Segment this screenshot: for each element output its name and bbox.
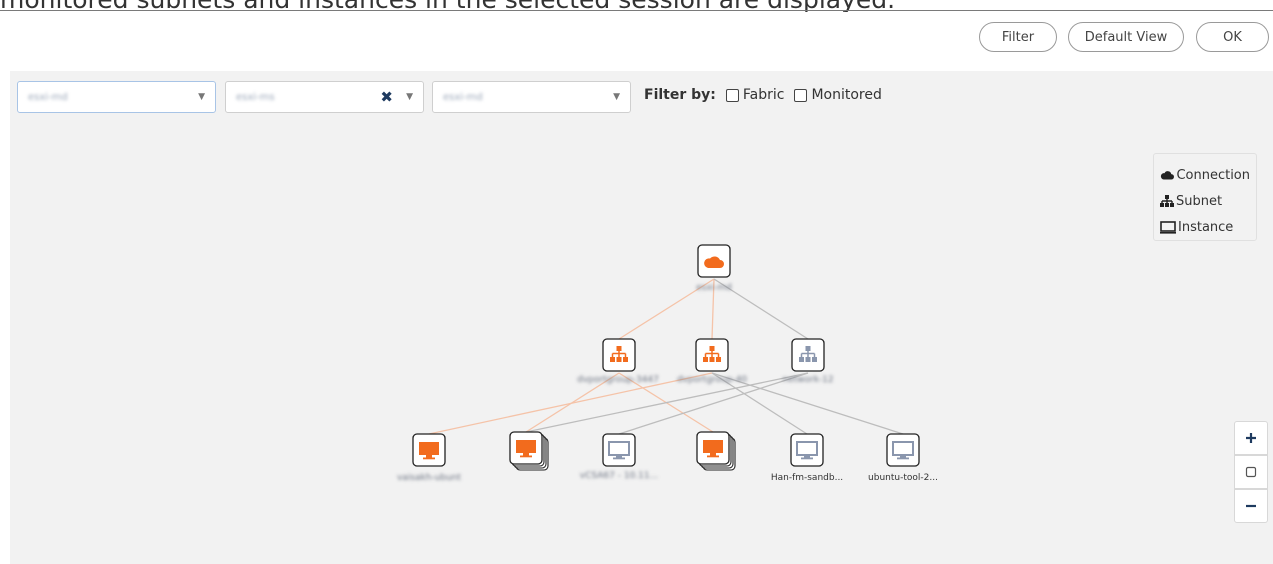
subnet-node[interactable] — [695, 338, 729, 372]
instance-node[interactable] — [602, 433, 636, 467]
instance-node[interactable] — [790, 433, 824, 467]
node-label: dvportgroup-3447 — [577, 375, 659, 385]
instance-node[interactable] — [886, 433, 920, 467]
topology-graph[interactable]: esxi-md dvportgroup-3447 dvportgroup-40 net… — [0, 0, 1273, 564]
subnet-node[interactable] — [791, 338, 825, 372]
node-label: ubuntu-tool-2... — [868, 473, 938, 483]
instance-node[interactable] — [696, 431, 736, 471]
node-label: esxi-md — [696, 283, 732, 293]
connection-node[interactable] — [697, 244, 731, 278]
node-label: dvportgroup-40 — [677, 375, 748, 385]
node-label: vCSA67 - 10.11... — [580, 471, 658, 481]
subnet-node[interactable] — [602, 338, 636, 372]
instance-node[interactable] — [412, 433, 446, 467]
node-label: vaisakh-ubunt — [397, 473, 462, 483]
instance-node[interactable] — [509, 431, 549, 471]
node-label: Han-fm-sandb... — [771, 473, 843, 483]
topology-edge — [525, 372, 809, 433]
node-label: network-12 — [782, 375, 833, 385]
